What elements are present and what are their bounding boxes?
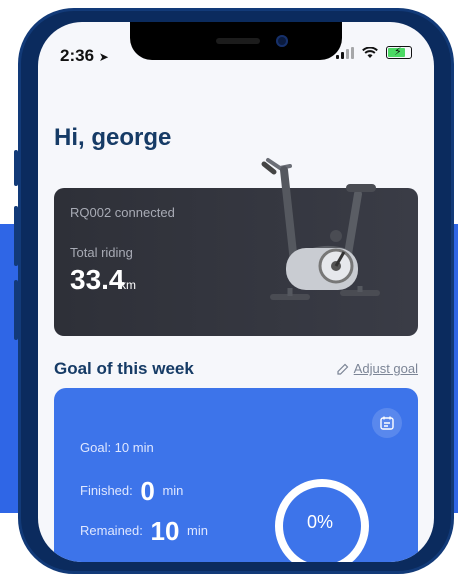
adjust-goal-label: Adjust goal bbox=[353, 361, 418, 376]
greeting-title: Hi, george bbox=[54, 124, 172, 151]
adjust-goal-link[interactable]: Adjust goal bbox=[337, 361, 418, 376]
total-riding-value: 33.4 bbox=[70, 264, 125, 295]
goal-section-title: Goal of this week bbox=[54, 359, 194, 378]
exercise-bike-icon bbox=[261, 158, 380, 300]
volume-up-button bbox=[14, 150, 18, 186]
total-riding-label: Total riding bbox=[70, 245, 133, 260]
finished-row: Finished: 0 min bbox=[80, 476, 183, 507]
device-connected-text: RQ002 connected bbox=[70, 205, 175, 220]
edit-pencil-icon bbox=[337, 363, 349, 375]
remained-label: Remained: bbox=[80, 522, 143, 538]
calendar-icon[interactable] bbox=[372, 408, 402, 438]
location-arrow-icon: ➤ bbox=[98, 50, 109, 64]
remained-row: Remained: 10 min bbox=[80, 516, 208, 547]
speaker-grill bbox=[216, 38, 260, 44]
wifi-icon bbox=[362, 46, 378, 58]
finished-label: Finished: bbox=[80, 482, 133, 498]
goal-target-text: Goal: 10 min bbox=[80, 440, 154, 455]
weekly-goal-card: Goal: 10 min Finished: 0 min Remained: 1… bbox=[54, 388, 418, 562]
remained-value: 10 bbox=[150, 516, 180, 546]
device-card[interactable]: RQ002 connected Total riding 33.4 km bbox=[54, 158, 418, 336]
app-screen: 2:36 ➤ ⚡ Hi, george RQ002 connected Tota… bbox=[38, 22, 434, 562]
finished-unit: min bbox=[162, 482, 184, 498]
finished-value: 0 bbox=[140, 476, 155, 506]
status-time: 2:36 ➤ bbox=[60, 46, 109, 65]
progress-percent: 0% bbox=[307, 512, 334, 532]
remained-unit: min bbox=[187, 522, 208, 538]
front-camera bbox=[276, 35, 288, 47]
volume-down-button bbox=[14, 206, 18, 266]
total-riding-unit: km bbox=[120, 278, 136, 292]
mute-switch bbox=[14, 280, 18, 340]
status-icons: ⚡ bbox=[336, 46, 412, 59]
phone-notch bbox=[130, 22, 342, 60]
signal-icon bbox=[336, 46, 354, 59]
battery-charging-icon: ⚡ bbox=[386, 46, 412, 59]
